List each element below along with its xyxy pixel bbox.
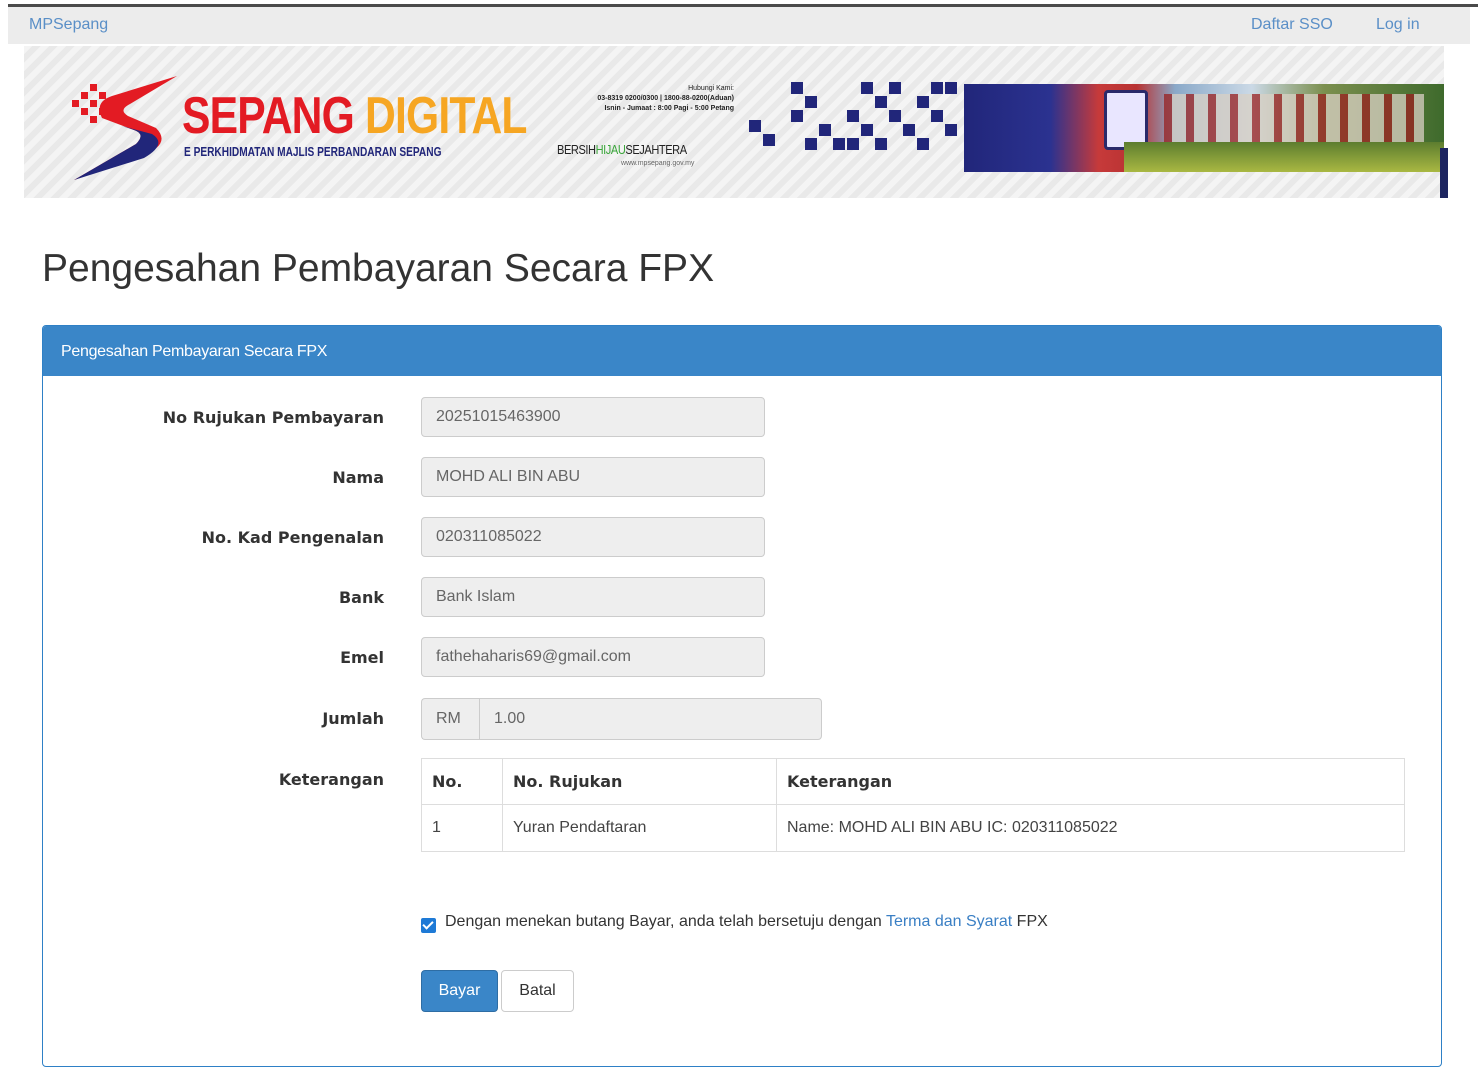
brand-link[interactable]: MPSepang <box>29 16 108 34</box>
banner-url: www.mpsepang.gov.my <box>621 160 695 167</box>
banner-title: SEPANG DIGITAL <box>182 90 527 142</box>
bayar-button[interactable]: Bayar <box>421 970 498 1012</box>
ic-field: 020311085022 <box>421 517 765 557</box>
col-header-no-rujukan: No. Rujukan <box>502 758 777 805</box>
payment-confirmation-panel: Pengesahan Pembayaran Secara FPX No Ruju… <box>42 325 1442 1067</box>
banner-corner-decoration <box>1440 148 1448 198</box>
panel-heading: Pengesahan Pembayaran Secara FPX <box>43 326 1441 376</box>
cell-no: 1 <box>421 804 503 852</box>
slogan-hijau: HIJAU <box>595 142 626 157</box>
nama-field: MOHD ALI BIN ABU <box>421 457 765 497</box>
emel-field: fathehaharis69@gmail.com <box>421 637 765 677</box>
table-header-row: No. No. Rujukan Keterangan <box>421 758 1405 805</box>
agreement-text-after: FPX <box>1012 913 1048 930</box>
pixel-pattern-decoration <box>749 82 957 150</box>
slogan-bersih: BERSIH <box>557 142 596 157</box>
keterangan-table: No. No. Rujukan Keterangan 1 Yuran Penda… <box>421 758 1405 852</box>
batal-button[interactable]: Batal <box>501 970 574 1012</box>
hotline-info: Hubungi Kami: 03-8319 0200/0300 | 1800-8… <box>549 84 734 114</box>
hotline-numbers: 03-8319 0200/0300 | 1800-88-0200(Aduan) <box>597 95 734 102</box>
agreement-text-before: Dengan menekan butang Bayar, anda telah … <box>445 913 886 930</box>
terms-link[interactable]: Terma dan Syarat <box>886 913 1012 930</box>
keterangan-label: Keterangan <box>278 770 384 789</box>
col-header-no: No. <box>421 758 503 805</box>
banner-title-digital: DIGITAL <box>365 87 527 145</box>
building-photo <box>964 84 1444 172</box>
header-banner: SEPANG DIGITAL E PERKHIDMATAN MAJLIS PER… <box>24 46 1444 198</box>
hotline-hours: Isnin - Jumaat : 8:00 Pagi - 5:00 Petang <box>604 105 734 112</box>
currency-addon: RM <box>421 698 479 740</box>
no-rujukan-label: No Rujukan Pembayaran <box>162 408 384 427</box>
jumlah-label: Jumlah <box>322 709 384 728</box>
log-in-link[interactable]: Log in <box>1376 16 1420 34</box>
slogan-sejahtera: SEJAHTERA <box>625 142 687 157</box>
banner-subtitle: E PERKHIDMATAN MAJLIS PERBANDARAN SEPANG <box>184 144 442 159</box>
ic-label: No. Kad Pengenalan <box>201 528 384 547</box>
cell-no-rujukan: Yuran Pendaftaran <box>502 804 777 852</box>
bank-label: Bank <box>338 588 384 607</box>
page-title: Pengesahan Pembayaran Secara FPX <box>42 247 715 290</box>
hotline-label: Hubungi Kami: <box>688 85 734 92</box>
daftar-sso-link[interactable]: Daftar SSO <box>1251 16 1333 34</box>
jumlah-input-group: RM 1.00 <box>421 698 822 740</box>
banner-title-sepang: SEPANG <box>182 87 355 145</box>
nama-label: Nama <box>332 468 384 487</box>
sepang-logo-icon <box>72 76 177 180</box>
slogan: BERSIHHIJAUSEJAHTERA <box>557 142 687 157</box>
col-header-keterangan: Keterangan <box>776 758 1405 805</box>
bank-field: Bank Islam <box>421 577 765 617</box>
table-row: 1 Yuran Pendaftaran Name: MOHD ALI BIN A… <box>421 804 1405 852</box>
top-navbar: MPSepang Daftar SSO Log in <box>8 7 1470 44</box>
emel-label: Emel <box>340 648 384 667</box>
agreement-checkbox[interactable] <box>421 918 436 933</box>
agreement-text: Dengan menekan butang Bayar, anda telah … <box>445 913 1048 931</box>
jumlah-field: 1.00 <box>479 698 822 740</box>
cell-keterangan: Name: MOHD ALI BIN ABU IC: 020311085022 <box>776 804 1405 852</box>
no-rujukan-field: 20251015463900 <box>421 397 765 437</box>
